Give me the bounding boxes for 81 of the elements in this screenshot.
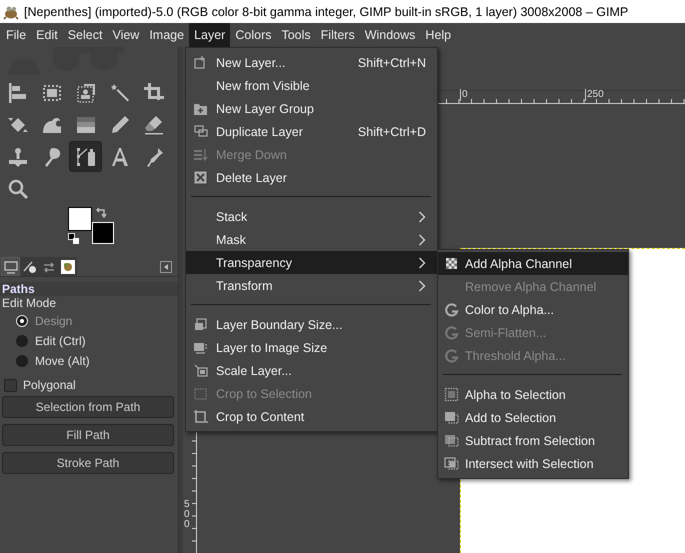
background-color-swatch[interactable] (92, 222, 114, 244)
image-thumbnail-icon (60, 260, 74, 274)
window-title: [Nepenthes] (imported)-5.0 (RGB color 8-bit gamma integer, GIMP built-in sRGB, 1 layer) 3008x2008 – GIMP (24, 4, 628, 18)
radio-button[interactable] (16, 335, 28, 347)
menu-item[interactable]: Transform (186, 274, 437, 297)
ruler-label: 250 (585, 89, 604, 101)
gegl-icon (444, 302, 459, 317)
menu-item[interactable]: File (1, 23, 32, 47)
menu-item[interactable]: New from Visible (186, 74, 437, 97)
panel-title: Paths (0, 282, 178, 296)
menu-item[interactable]: Colors (230, 23, 276, 47)
chevron-icon (418, 234, 426, 246)
radio-label: Design (35, 314, 72, 328)
menu-item[interactable]: Mask (186, 228, 437, 251)
selection-icon (444, 433, 459, 448)
layer-group-icon (193, 101, 208, 116)
menu-item[interactable]: New Layer Group (186, 97, 437, 120)
menu-item[interactable]: Duplicate Layer Shift+Ctrl+D (186, 120, 437, 143)
radio-button[interactable] (16, 315, 28, 327)
menu-item[interactable]: Subtract from Selection (438, 429, 628, 452)
app-icon (3, 4, 19, 20)
menu-item[interactable]: Intersect with Selection (438, 452, 628, 475)
radio-label: Move (Alt) (35, 354, 90, 368)
dock-tab[interactable] (58, 257, 77, 276)
chevron-icon (418, 256, 426, 268)
menu-item[interactable]: Scale Layer... (186, 359, 437, 382)
gegl-icon (444, 325, 459, 340)
foreground-color-swatch[interactable] (68, 207, 92, 231)
radio-button[interactable] (16, 355, 28, 367)
menu-item[interactable]: New Layer... Shift+Ctrl+N (186, 51, 437, 74)
menu-item[interactable]: View (107, 23, 144, 47)
undo-history-icon (42, 260, 56, 274)
ruler-label: 500 (184, 500, 191, 530)
menu-item[interactable]: Stack (186, 205, 437, 228)
menu-item[interactable]: Color to Alpha... (438, 298, 628, 321)
menu-item[interactable]: Filters (316, 23, 360, 47)
chevron-icon (418, 210, 426, 222)
layer-to-image-icon (193, 340, 208, 355)
dock-tab[interactable] (20, 257, 39, 276)
menu-item[interactable]: Delete Layer (186, 166, 437, 189)
device-status-icon (22, 260, 36, 274)
menu-item[interactable]: Layer Boundary Size... (186, 313, 437, 336)
menu-item[interactable]: Add to Selection (438, 406, 628, 429)
selection-icon (444, 456, 459, 471)
delete-icon (193, 170, 208, 185)
checkbox-label: Polygonal (23, 378, 76, 392)
monitor-icon (4, 260, 18, 274)
menu-item[interactable]: Crop to Content (186, 405, 437, 428)
duplicate-icon (193, 124, 208, 139)
selection-icon (444, 387, 459, 402)
menu-item[interactable]: Select (62, 23, 108, 47)
checkerboard-icon (444, 256, 459, 271)
menu-item[interactable]: Edit (31, 23, 63, 47)
menu-item[interactable]: Layer (189, 23, 230, 47)
menu-item[interactable]: Help (420, 23, 456, 47)
chevron-icon (418, 280, 426, 292)
swap-icon[interactable] (96, 207, 108, 219)
checkbox[interactable] (4, 378, 17, 392)
merge-icon (193, 147, 208, 162)
crop-icon (193, 386, 208, 401)
ruler-label: 0 (460, 89, 468, 101)
layer-size-icon (193, 317, 208, 332)
selection-icon (444, 410, 459, 425)
menu-item[interactable]: Layer to Image Size (186, 336, 437, 359)
path-action-button[interactable]: Stroke Path (2, 452, 174, 474)
scale-icon (193, 363, 208, 378)
panel-menu-icon[interactable] (160, 260, 172, 272)
menu-item[interactable]: Alpha to Selection (438, 383, 628, 406)
default-colors-icon[interactable] (68, 233, 80, 245)
menu-item[interactable]: Transparency (186, 251, 437, 274)
path-action-button[interactable]: Fill Path (2, 424, 174, 446)
crop-icon (193, 409, 208, 424)
gegl-icon (444, 348, 459, 363)
menu-item[interactable]: Windows (360, 23, 420, 47)
menu-item[interactable]: Image (144, 23, 190, 47)
path-action-button[interactable]: Selection from Path (2, 396, 174, 418)
menu-item[interactable]: Add Alpha Channel (438, 252, 628, 275)
radio-label: Edit (Ctrl) (35, 334, 86, 348)
option-label: Edit Mode (1, 296, 58, 311)
tool-button[interactable] (69, 141, 102, 172)
menu-item[interactable]: Tools (276, 23, 316, 47)
